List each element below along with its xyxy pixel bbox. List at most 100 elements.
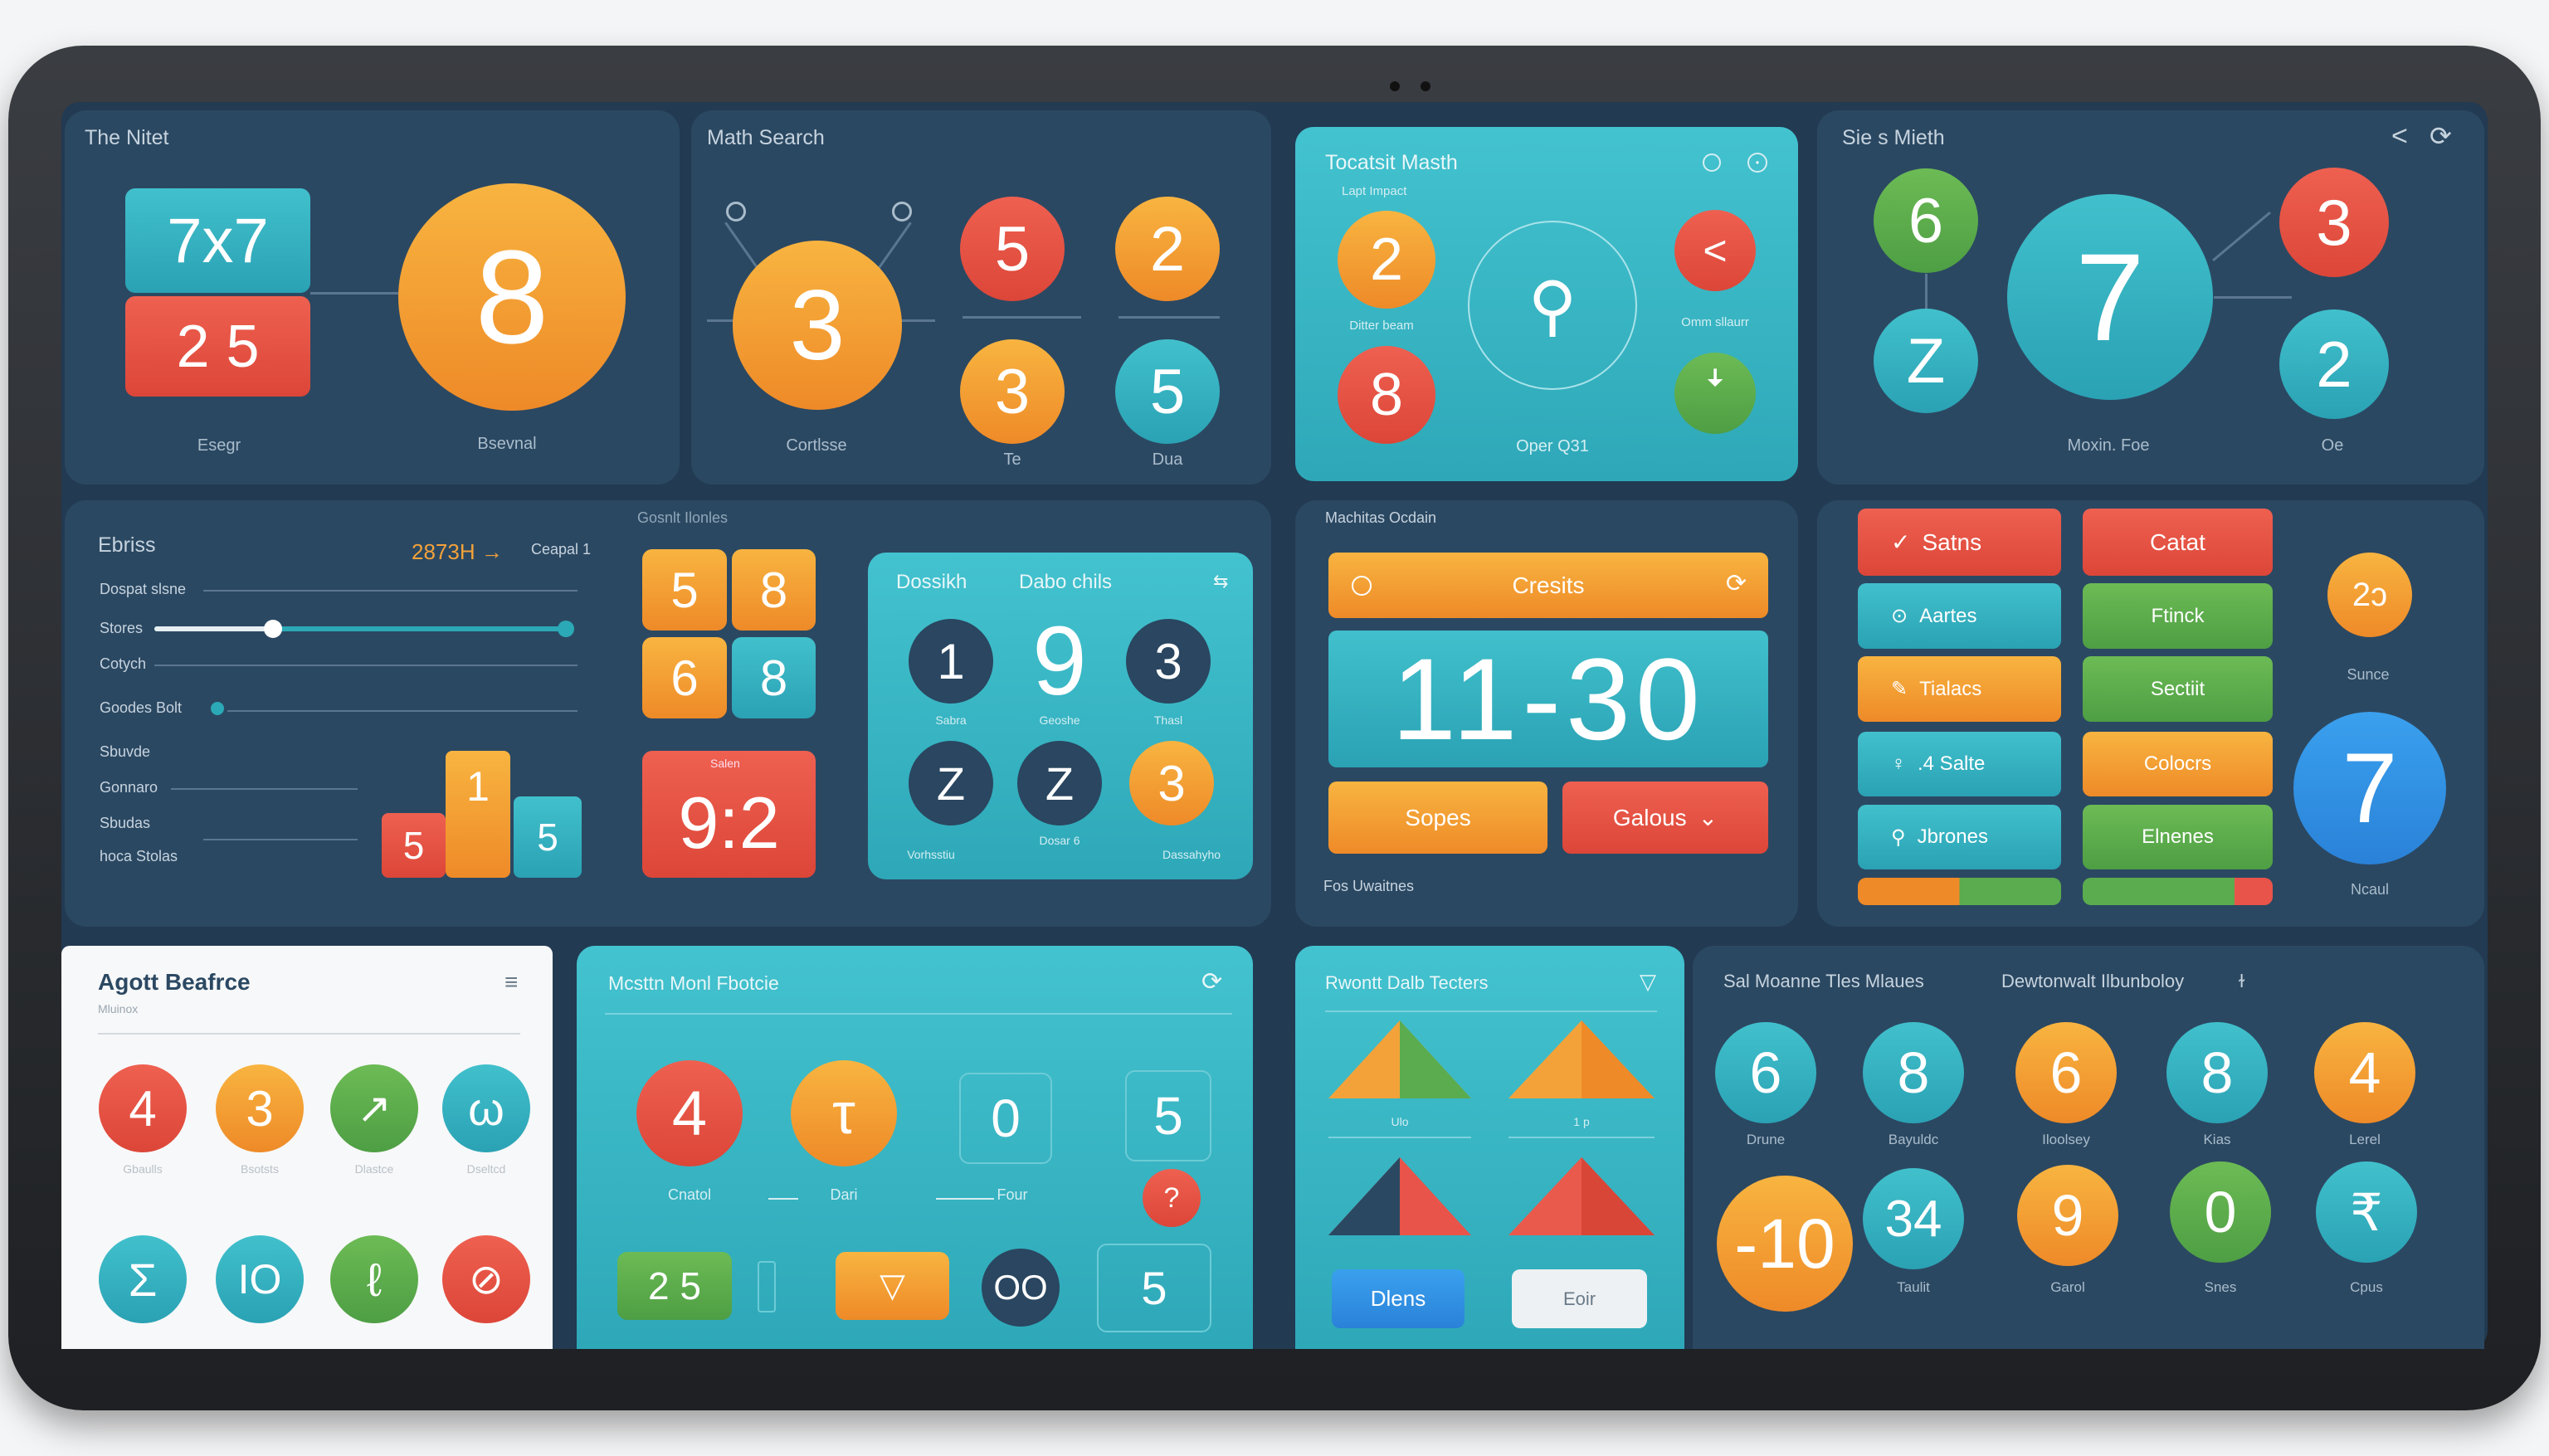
symbol-circle[interactable]: ↗ — [330, 1064, 418, 1152]
number-circle[interactable]: 5 — [960, 197, 1065, 301]
dropdown-tile[interactable]: ▽ — [836, 1252, 949, 1320]
key-display[interactable]: 9 — [1017, 606, 1102, 716]
number-box[interactable]: 5 — [1097, 1244, 1211, 1332]
number-circle[interactable]: τ — [791, 1060, 897, 1166]
action-button[interactable]: Elnenes — [2083, 805, 2273, 869]
action-button[interactable]: ✓ Satns — [1858, 509, 2061, 576]
number-circle[interactable]: 8 — [1863, 1022, 1964, 1123]
sensor-dot — [1421, 81, 1430, 91]
slider-thumb[interactable] — [264, 620, 282, 638]
symbol-circle[interactable]: ⊘ — [442, 1235, 530, 1323]
slider-end-knob[interactable] — [558, 621, 574, 637]
number-circle[interactable]: 8 — [1338, 346, 1435, 444]
badge-circle[interactable]: 2ɔ — [2327, 553, 2412, 637]
label: Cortlsse — [786, 436, 847, 455]
action-button[interactable]: ⚲ Jbrones — [1858, 805, 2061, 869]
symbol-circle[interactable]: ω — [442, 1064, 530, 1152]
pin-icon — [892, 202, 912, 222]
number-circle[interactable]: 0 — [2170, 1161, 2271, 1263]
button-label: Tialacs — [1919, 677, 1982, 700]
number-circle[interactable]: 3 — [960, 339, 1065, 444]
result-circle[interactable]: 8 — [398, 183, 626, 411]
panel-title: Agott Beafrce — [98, 969, 251, 995]
row-label: Sbuvde — [100, 743, 151, 760]
number-box[interactable]: 5 — [1125, 1070, 1211, 1161]
circle-icon[interactable] — [1703, 153, 1721, 172]
main-dial-circle[interactable]: 7 — [2007, 194, 2213, 400]
number-circle[interactable]: 4 — [636, 1060, 743, 1166]
key-button[interactable]: 1 — [909, 619, 993, 704]
key-button[interactable]: Z — [1017, 741, 1102, 825]
swap-icon[interactable]: ⇆ — [1213, 571, 1228, 592]
filter-icon[interactable]: ▽ — [1640, 969, 1656, 995]
number-circle[interactable]: 8 — [2166, 1022, 2268, 1123]
number-circle[interactable]: ₹ — [2316, 1161, 2417, 1263]
arrow-line — [936, 1198, 994, 1200]
number-circle[interactable]: 9 — [2017, 1165, 2118, 1266]
number-tile[interactable]: 2 5 — [617, 1252, 732, 1320]
number-circle[interactable]: 4 — [2314, 1022, 2415, 1123]
number-tile[interactable]: 6 — [642, 637, 727, 718]
galous-dropdown[interactable]: Galous ⌄ — [1562, 782, 1768, 854]
symbol-circle[interactable]: ΙΟ — [216, 1235, 304, 1323]
number-box[interactable]: 0 — [959, 1073, 1052, 1164]
label: Dari — [830, 1186, 858, 1203]
action-button[interactable]: Ftinck — [2083, 583, 2273, 649]
sopes-button[interactable]: Sopes — [1328, 782, 1547, 854]
main-number-circle[interactable]: 3 — [733, 241, 902, 410]
number-circle[interactable]: 6 — [2015, 1022, 2117, 1123]
row-line — [171, 788, 358, 790]
symbol-circle[interactable]: Σ — [99, 1235, 187, 1323]
up-circle-button[interactable]: ꜜ — [1674, 353, 1756, 434]
symbol-circle[interactable]: 3 — [216, 1064, 304, 1152]
number-circle[interactable]: Z — [1874, 309, 1978, 413]
number-circle[interactable]: 3 — [2279, 168, 2389, 277]
symbol-circle[interactable]: ℓ — [330, 1235, 418, 1323]
key-button[interactable]: 3 — [1126, 619, 1211, 704]
number-circle[interactable]: -10 — [1717, 1176, 1853, 1312]
number-tile[interactable]: 8 — [732, 637, 816, 718]
dlens-button[interactable]: Dlens — [1332, 1269, 1465, 1328]
back-circle-button[interactable]: < — [1674, 210, 1756, 291]
divider — [605, 1013, 1232, 1015]
menu-icon[interactable]: ≡ — [504, 969, 518, 996]
tile-answer[interactable]: 2 5 — [125, 296, 310, 397]
refresh-icon[interactable]: ⟳ — [1201, 967, 1222, 996]
number-circle[interactable]: 2 — [2279, 309, 2389, 419]
number-circle[interactable]: 6 — [1715, 1022, 1816, 1123]
key-button[interactable]: 3 — [1129, 741, 1214, 825]
number-circle[interactable]: 2 — [1115, 197, 1220, 301]
row-label: Goodes Bolt — [100, 699, 183, 716]
number-circle[interactable]: 6 — [1874, 168, 1978, 273]
action-button[interactable]: Sectiit — [2083, 656, 2273, 722]
number-circle[interactable]: 34 — [1863, 1168, 1964, 1269]
action-button[interactable]: ✎ Tialacs — [1858, 656, 2061, 722]
refresh-icon[interactable]: ⟳ — [2430, 120, 2452, 152]
action-button[interactable]: Colocrs — [2083, 732, 2273, 796]
label: Kias — [2203, 1132, 2231, 1147]
search-icon: ⚲ — [1891, 825, 1906, 849]
eoir-button[interactable]: Eoir — [1512, 1269, 1647, 1328]
settings-icon[interactable]: • — [1747, 153, 1767, 173]
tile-expression[interactable]: 7x7 — [125, 188, 310, 293]
connector-line — [310, 292, 398, 295]
label: Oe — [2321, 436, 2344, 455]
action-button[interactable]: ⊙ Aartes — [1858, 583, 2061, 649]
row-label: Dospat slsne — [100, 581, 187, 597]
action-button[interactable]: ♀ .4 Salte — [1858, 732, 2061, 796]
toggle-dot[interactable] — [211, 702, 224, 715]
number-circle[interactable]: 5 — [1115, 339, 1220, 444]
number-circle[interactable]: 2 — [1338, 211, 1435, 309]
back-icon[interactable]: < — [2391, 120, 2408, 153]
label: Dseltcd — [466, 1162, 506, 1176]
symbol-circle[interactable]: 4 — [99, 1064, 187, 1152]
number-tile[interactable]: 5 — [642, 549, 727, 631]
help-button[interactable]: ? — [1143, 1169, 1201, 1227]
infinity-circle[interactable]: OO — [982, 1249, 1060, 1327]
action-button[interactable]: Catat — [2083, 509, 2273, 576]
number-tile[interactable]: 8 — [732, 549, 816, 631]
credits-bar[interactable]: Cresits ⟳ — [1328, 553, 1768, 618]
key-button[interactable]: Z — [909, 741, 993, 825]
big-number-circle[interactable]: 7 — [2293, 712, 2446, 864]
dial-gauge[interactable]: ⚲ — [1468, 221, 1637, 390]
